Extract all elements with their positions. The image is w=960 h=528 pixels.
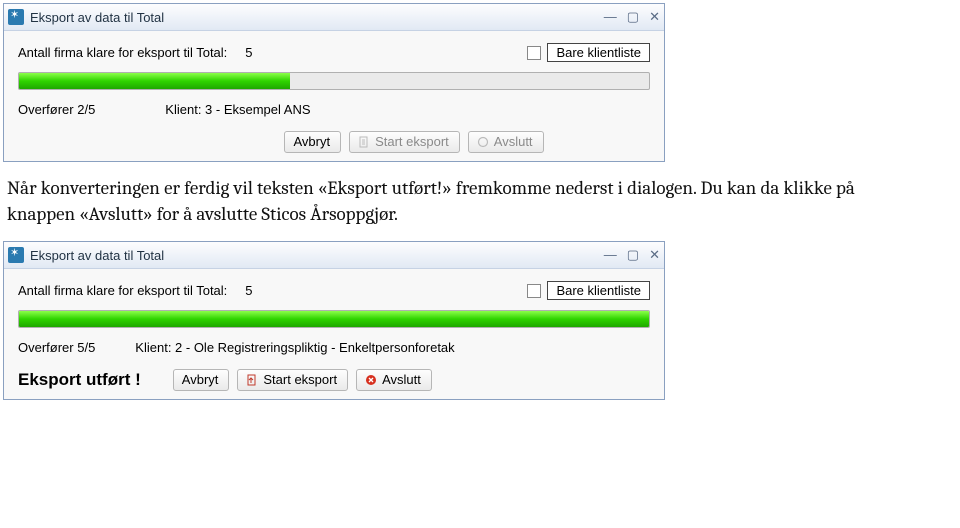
- titlebar: Eksport av data til Total — ▢ ✕: [4, 4, 664, 31]
- start-export-button[interactable]: Start eksport: [237, 369, 348, 391]
- app-icon: [8, 9, 24, 25]
- count-value: 5: [245, 45, 252, 60]
- progress-bar: [18, 310, 650, 328]
- circle-icon: [477, 136, 489, 148]
- cancel-button[interactable]: Avbryt: [173, 369, 230, 391]
- document-arrow-icon: [246, 374, 258, 386]
- minimize-icon[interactable]: —: [604, 9, 617, 25]
- maximize-icon[interactable]: ▢: [627, 247, 639, 263]
- done-status: Eksport utført !: [18, 370, 141, 390]
- start-label: Start eksport: [263, 372, 337, 387]
- close-button[interactable]: Avslutt: [356, 369, 432, 391]
- klientliste-checkbox[interactable]: [527, 46, 541, 60]
- count-value: 5: [245, 283, 252, 298]
- maximize-icon[interactable]: ▢: [627, 9, 639, 25]
- window-title: Eksport av data til Total: [30, 10, 604, 25]
- cancel-button[interactable]: Avbryt: [284, 131, 341, 153]
- close-circle-icon: [365, 374, 377, 386]
- close-icon[interactable]: ✕: [649, 247, 660, 263]
- klientliste-label: Bare klientliste: [547, 43, 650, 62]
- cancel-label: Avbryt: [182, 372, 219, 387]
- minimize-icon[interactable]: —: [604, 247, 617, 263]
- close-button: Avslutt: [468, 131, 544, 153]
- client-status: Klient: 3 - Eksempel ANS: [165, 102, 310, 117]
- export-dialog-in-progress: Eksport av data til Total — ▢ ✕ Antall f…: [3, 3, 665, 162]
- export-dialog-done: Eksport av data til Total — ▢ ✕ Antall f…: [3, 241, 665, 400]
- cancel-label: Avbryt: [293, 134, 330, 149]
- close-label: Avslutt: [382, 372, 421, 387]
- klientliste-checkbox[interactable]: [527, 284, 541, 298]
- client-status: Klient: 2 - Ole Registreringspliktig - E…: [135, 340, 454, 355]
- app-icon: [8, 247, 24, 263]
- count-label: Antall firma klare for eksport til Total…: [18, 283, 227, 298]
- close-label: Avslutt: [494, 134, 533, 149]
- document-icon: [358, 136, 370, 148]
- start-export-button: Start eksport: [349, 131, 460, 153]
- start-label: Start eksport: [375, 134, 449, 149]
- klientliste-label: Bare klientliste: [547, 281, 650, 300]
- count-label: Antall firma klare for eksport til Total…: [18, 45, 227, 60]
- transfer-status: Overfører 2/5: [18, 102, 95, 117]
- titlebar: Eksport av data til Total — ▢ ✕: [4, 242, 664, 269]
- progress-bar: [18, 72, 650, 90]
- instruction-paragraph: Når konverteringen er ferdig vil teksten…: [7, 176, 927, 227]
- close-icon[interactable]: ✕: [649, 9, 660, 25]
- window-title: Eksport av data til Total: [30, 248, 604, 263]
- transfer-status: Overfører 5/5: [18, 340, 95, 355]
